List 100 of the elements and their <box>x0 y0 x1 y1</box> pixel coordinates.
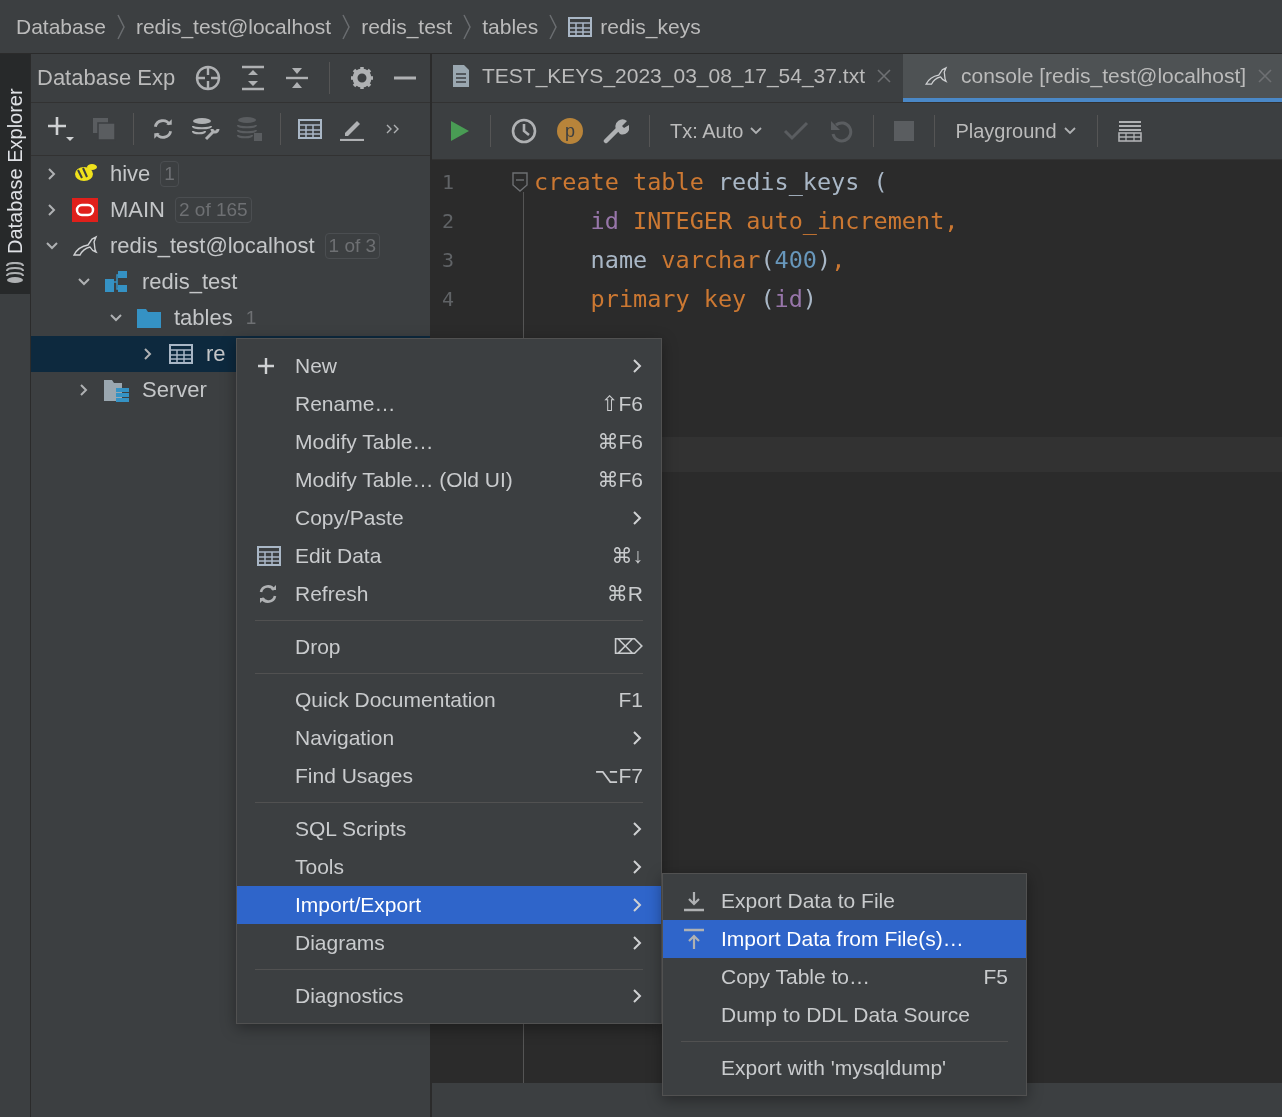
menu-item-label: Refresh <box>295 582 370 606</box>
menu-item-label: Modify Table… <box>295 430 435 454</box>
menu-item[interactable]: Navigation <box>237 719 661 757</box>
menu-item[interactable]: Copy/Paste <box>237 499 661 537</box>
breadcrumb-item[interactable]: redis_keys <box>568 14 701 39</box>
shortcut-label: ⇧F6 <box>600 392 643 416</box>
menu-item[interactable]: Import Data from File(s)… <box>663 920 1026 958</box>
shortcut-label: ⌘F6 <box>597 468 643 492</box>
code-line: primary key (id) <box>589 284 817 313</box>
wrench-icon[interactable] <box>603 118 629 144</box>
menu-item-label: Diagrams <box>295 931 386 955</box>
transaction-dropdown[interactable]: Tx: Auto <box>670 119 764 143</box>
table-icon <box>257 546 281 566</box>
code-line: create table redis_keys ( <box>534 167 888 196</box>
refresh-icon <box>257 583 279 605</box>
add-icon[interactable] <box>47 115 75 143</box>
menu-item-label: Import Data from File(s)… <box>721 927 965 951</box>
menu-item[interactable]: Quick Documentation F1 <box>237 681 661 719</box>
settings-icon[interactable] <box>350 66 375 90</box>
menu-item-label: Drop <box>295 635 342 659</box>
breadcrumb-item[interactable]: redis_test <box>361 14 453 39</box>
side-tab[interactable]: Database Explorer <box>0 54 30 294</box>
table-icon <box>568 16 593 37</box>
shortcut-label: ⌥F7 <box>594 764 643 788</box>
shortcut-label: ⌘R <box>606 582 643 606</box>
menu-item[interactable]: Tools <box>237 848 661 886</box>
download-icon <box>683 890 705 912</box>
menu-item-label: Dump to DDL Data Source <box>721 1003 971 1027</box>
dolphin-icon <box>72 235 98 257</box>
table-icon <box>298 119 322 139</box>
menu-item[interactable]: Drop ⌦ <box>237 628 661 666</box>
folder-icon <box>136 307 162 329</box>
shortcut-label: ⌘↓ <box>611 544 643 568</box>
node-label: hive <box>110 161 151 187</box>
plus-icon <box>257 357 275 375</box>
menu-item[interactable]: Refresh ⌘R <box>237 575 661 613</box>
menu-item[interactable]: Modify Table… ⌘F6 <box>237 423 661 461</box>
dolphin-icon <box>922 66 949 86</box>
schema-icon <box>104 270 130 294</box>
breadcrumb-item[interactable]: Database <box>16 14 106 39</box>
database-wrench-icon[interactable] <box>192 117 220 141</box>
editor-tab[interactable]: TEST_KEYS_2023_03_08_17_54_37.txt <box>432 54 903 102</box>
menu-item-label: Tools <box>295 855 346 879</box>
tree-item[interactable]: redis_test <box>31 264 430 300</box>
menu-item[interactable]: Modify Table… (Old UI) ⌘F6 <box>237 461 661 499</box>
menu-item[interactable]: Import/Export <box>237 886 661 924</box>
menu-item-label: Find Usages <box>295 764 414 788</box>
table-list-icon[interactable] <box>1117 120 1142 142</box>
menu-item[interactable]: Diagnostics <box>237 977 661 1015</box>
menu-item[interactable]: Diagrams <box>237 924 661 962</box>
expand-all-icon[interactable] <box>241 65 266 91</box>
menu-item-label: Copy/Paste <box>295 506 405 530</box>
menu-item[interactable]: Rename… ⇧F6 <box>237 385 661 423</box>
menu-item[interactable]: Export Data to File <box>663 882 1026 920</box>
menu-item-label: Rename… <box>295 392 397 416</box>
menu-item-label: Modify Table… (Old UI) <box>295 468 514 492</box>
minimize-icon[interactable] <box>394 75 417 81</box>
menu-item[interactable]: Export with 'mysqldump' <box>663 1049 1026 1087</box>
check-icon[interactable] <box>783 121 810 141</box>
breadcrumb-item[interactable]: redis_test@localhost <box>135 14 332 39</box>
database-icon <box>5 262 25 284</box>
file-icon <box>452 64 470 88</box>
collapse-all-icon[interactable] <box>285 65 310 91</box>
menu-item[interactable]: SQL Scripts <box>237 810 661 848</box>
line-number: 2 <box>441 208 456 233</box>
node-label: tables <box>174 305 233 331</box>
locate-icon[interactable] <box>195 65 222 91</box>
editor-tab[interactable]: console [redis_test@localhost] <box>902 54 1282 102</box>
menu-item-label: Edit Data <box>295 544 383 568</box>
node-label: re <box>206 341 226 367</box>
menu-item-label: SQL Scripts <box>295 817 408 841</box>
mode-dropdown[interactable]: Playground <box>955 119 1077 143</box>
profile-badge[interactable]: p <box>557 118 583 144</box>
menu-item-label: Export Data to File <box>721 889 896 913</box>
menu-item[interactable]: Dump to DDL Data Source <box>663 996 1026 1034</box>
run-icon[interactable] <box>450 120 470 142</box>
node-label: redis_test <box>142 269 238 295</box>
more-icon[interactable] <box>386 123 400 135</box>
breadcrumb-item[interactable]: tables <box>482 14 539 39</box>
node-label: Server <box>142 377 207 403</box>
menu-item-label: Navigation <box>295 726 396 750</box>
shortcut-label: F1 <box>618 688 643 712</box>
menu-item[interactable]: Edit Data ⌘↓ <box>237 537 661 575</box>
node-label: MAIN <box>110 197 165 223</box>
menu-item[interactable]: Find Usages ⌥F7 <box>237 757 661 795</box>
panel-title: Database Exp <box>37 65 176 91</box>
menu-item-label: Quick Documentation <box>295 688 497 712</box>
upload-icon <box>683 928 705 950</box>
menu-item-label: Import/Export <box>295 893 423 917</box>
menu-item[interactable]: Copy Table to… F5 <box>663 958 1026 996</box>
line-number: 3 <box>441 247 456 272</box>
oracle-icon <box>72 198 98 222</box>
shortcut-label: F5 <box>983 965 1008 989</box>
caret-icon <box>749 126 764 136</box>
refresh-icon[interactable] <box>151 117 175 141</box>
clock-icon[interactable] <box>511 118 537 144</box>
fold-marker-icon[interactable] <box>512 171 528 192</box>
line-number: 4 <box>441 286 456 311</box>
node-label: redis_test@localhost <box>110 233 315 259</box>
shortcut-label: ⌘F6 <box>597 430 643 454</box>
